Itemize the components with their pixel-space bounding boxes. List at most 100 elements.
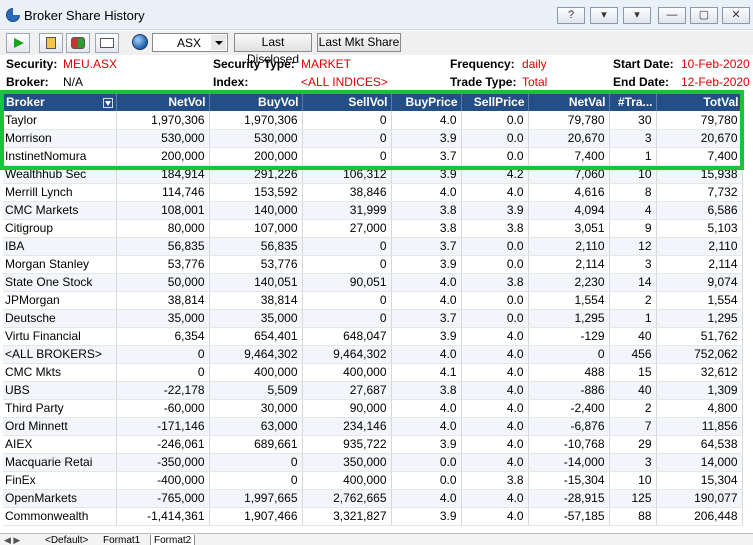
- cell-trades: 2: [609, 291, 657, 310]
- close-button[interactable]: ✕: [722, 7, 750, 24]
- link-dropdown-button[interactable]: ▾: [623, 7, 651, 24]
- cell-sellvol: 0: [302, 129, 392, 148]
- cell-totval: 7,400: [656, 147, 743, 166]
- cell-sellvol: 0: [302, 237, 392, 256]
- table-row[interactable]: Virtu Financial 6,354 654,401 648,047 3.9 4.0…: [3, 327, 743, 346]
- maximize-button[interactable]: ▢: [690, 7, 718, 24]
- table-row[interactable]: Merrill Lynch 114,746 153,592 38,846 4.0 4.0 4…: [3, 183, 743, 202]
- table-header-row: Broker NetVol BuyVol SellVol BuyPrice Se…: [3, 93, 743, 111]
- table-row[interactable]: Taylor 1,970,306 1,970,306 0 4.0 0.0 79,780 30 7…: [3, 111, 743, 130]
- cell-netval: -2,400: [528, 399, 610, 418]
- sheet-tab-bar: ◀ ▶ <Default> Format1 Format2: [0, 533, 753, 545]
- cell-broker: UBS: [3, 381, 117, 400]
- column-header-netvol[interactable]: NetVol: [116, 93, 210, 111]
- table-row[interactable]: UBS -22,178 5,509 27,687 3.8 4.0 -886 40 1,309: [3, 381, 743, 400]
- cell-trades: 7: [609, 417, 657, 436]
- cell-broker: State One Stock: [3, 273, 117, 292]
- cell-netval: 7,060: [528, 165, 610, 184]
- chevron-down-icon[interactable]: [211, 35, 226, 50]
- cell-trades: 456: [609, 345, 657, 364]
- column-header-buyprice[interactable]: BuyPrice: [391, 93, 462, 111]
- table-row[interactable]: CMC Mkts 0 400,000 400,000 4.1 4.0 488 15 32,612: [3, 363, 743, 382]
- table-row[interactable]: Ord Minnett -171,146 63,000 234,146 4.0 4.0 -6…: [3, 417, 743, 436]
- cell-sellvol: 935,722: [302, 435, 392, 454]
- cell-netvol: 1,970,306: [116, 111, 210, 130]
- table-row[interactable]: AIEX -246,061 689,661 935,722 3.9 4.0 -10,768 2…: [3, 435, 743, 454]
- settings-button[interactable]: [66, 33, 90, 53]
- table-row[interactable]: IBA 56,835 56,835 0 3.7 0.0 2,110 12 2,110: [3, 237, 743, 256]
- last-mkt-share-button[interactable]: Last Mkt Share: [317, 33, 401, 52]
- tab-format1[interactable]: Format1: [100, 535, 143, 545]
- table-row[interactable]: Wealthhub Sec 184,914 291,226 106,312 3.9 4.2…: [3, 165, 743, 184]
- cell-buyvol: 400,000: [209, 363, 303, 382]
- table-row[interactable]: Morrison 530,000 530,000 0 3.9 0.0 20,670 3 20,6…: [3, 129, 743, 148]
- table-row[interactable]: State One Stock 50,000 140,051 90,051 4.0 3.8…: [3, 273, 743, 292]
- minimize-button[interactable]: —: [658, 7, 686, 24]
- table-row[interactable]: <ALL BROKERS> 0 9,464,302 9,464,302 4.0 4.0 0 4…: [3, 345, 743, 364]
- table-row[interactable]: Morgan Stanley 53,776 53,776 0 3.9 0.0 2,114 3 2…: [3, 255, 743, 274]
- tab-default[interactable]: <Default>: [42, 535, 91, 545]
- cell-sellprice: 4.0: [461, 399, 529, 418]
- column-header-sellprice[interactable]: SellPrice: [461, 93, 529, 111]
- settings-icon: [71, 37, 85, 49]
- cell-trades: 4: [609, 201, 657, 220]
- cell-broker: IBA: [3, 237, 117, 256]
- cell-trades: 9: [609, 219, 657, 238]
- column-header-trades[interactable]: #Tra...: [609, 93, 657, 111]
- table-row[interactable]: Deutsche 35,000 35,000 0 3.7 0.0 1,295 1 1,295: [3, 309, 743, 328]
- cell-netval: -10,768: [528, 435, 610, 454]
- window-title: Broker Share History: [24, 8, 145, 23]
- index-value: <ALL INDICES>: [301, 75, 388, 89]
- tab-format2[interactable]: Format2: [150, 535, 196, 545]
- column-header-buyvol[interactable]: BuyVol: [209, 93, 303, 111]
- cell-sellprice: 3.8: [461, 471, 529, 490]
- cell-totval: 15,938: [656, 165, 743, 184]
- help-button[interactable]: ?: [557, 7, 585, 24]
- column-header-totval[interactable]: TotVal: [656, 93, 743, 111]
- cell-netvol: 530,000: [116, 129, 210, 148]
- cell-sellvol: 0: [302, 309, 392, 328]
- column-header-broker[interactable]: Broker: [3, 93, 117, 111]
- cell-buyprice: 4.0: [391, 291, 462, 310]
- column-header-sellvol[interactable]: SellVol: [302, 93, 392, 111]
- table-row[interactable]: Commonwealth -1,414,361 1,907,466 3,321,827…: [3, 507, 743, 526]
- cell-buyvol: 53,776: [209, 255, 303, 274]
- cell-netvol: -1,414,361: [116, 507, 210, 526]
- cell-trades: 14: [609, 273, 657, 292]
- table-row[interactable]: Macquarie Retai -350,000 0 350,000 0.0 4.0 -14…: [3, 453, 743, 472]
- cell-buyvol: 0: [209, 453, 303, 472]
- last-disclosed-button[interactable]: Last Disclosed: [234, 33, 312, 66]
- cell-sellprice: 4.0: [461, 381, 529, 400]
- cell-netvol: 56,835: [116, 237, 210, 256]
- table-row[interactable]: JPMorgan 38,814 38,814 0 4.0 0.0 1,554 2 1,554: [3, 291, 743, 310]
- column-header-netval[interactable]: NetVal: [528, 93, 610, 111]
- cell-buyvol: 140,051: [209, 273, 303, 292]
- cell-netvol: 80,000: [116, 219, 210, 238]
- cell-broker: InstinetNomura: [3, 147, 117, 166]
- table-row[interactable]: Third Party -60,000 30,000 90,000 4.0 4.0 -2,4…: [3, 399, 743, 418]
- cell-netval: 7,400: [528, 147, 610, 166]
- cell-buyprice: 0.0: [391, 453, 462, 472]
- cell-sellvol: 106,312: [302, 165, 392, 184]
- cell-trades: 12: [609, 237, 657, 256]
- cell-sellprice: 0.0: [461, 129, 529, 148]
- filter-icon[interactable]: [102, 98, 113, 108]
- cell-buyvol: 107,000: [209, 219, 303, 238]
- book-button[interactable]: [95, 33, 119, 53]
- table-row[interactable]: FinEx -400,000 0 400,000 0.0 3.8 -15,304 10 15,3…: [3, 471, 743, 490]
- table-row[interactable]: Citigroup 80,000 107,000 27,000 3.8 3.8 3,051 9…: [3, 219, 743, 238]
- cell-buyvol: 1,970,306: [209, 111, 303, 130]
- table-row[interactable]: InstinetNomura 200,000 200,000 0 3.7 0.0 7,400…: [3, 147, 743, 166]
- cell-netval: 20,670: [528, 129, 610, 148]
- table-row[interactable]: OpenMarkets -765,000 1,997,665 2,762,665 4.0…: [3, 489, 743, 508]
- cell-broker: Macquarie Retai: [3, 453, 117, 472]
- tab-scroll-left-icon[interactable]: ◀ ▶: [4, 535, 20, 545]
- play-button[interactable]: [6, 33, 30, 53]
- table-row[interactable]: CMC Markets 108,001 140,000 31,999 3.8 3.9 4,0…: [3, 201, 743, 220]
- exchange-select[interactable]: ASX: [152, 33, 228, 52]
- copy-button[interactable]: [39, 33, 63, 53]
- cell-buyvol: 530,000: [209, 129, 303, 148]
- cell-buyvol: 654,401: [209, 327, 303, 346]
- cell-sellvol: 9,464,302: [302, 345, 392, 364]
- menu-dropdown-button[interactable]: ▾: [590, 7, 618, 24]
